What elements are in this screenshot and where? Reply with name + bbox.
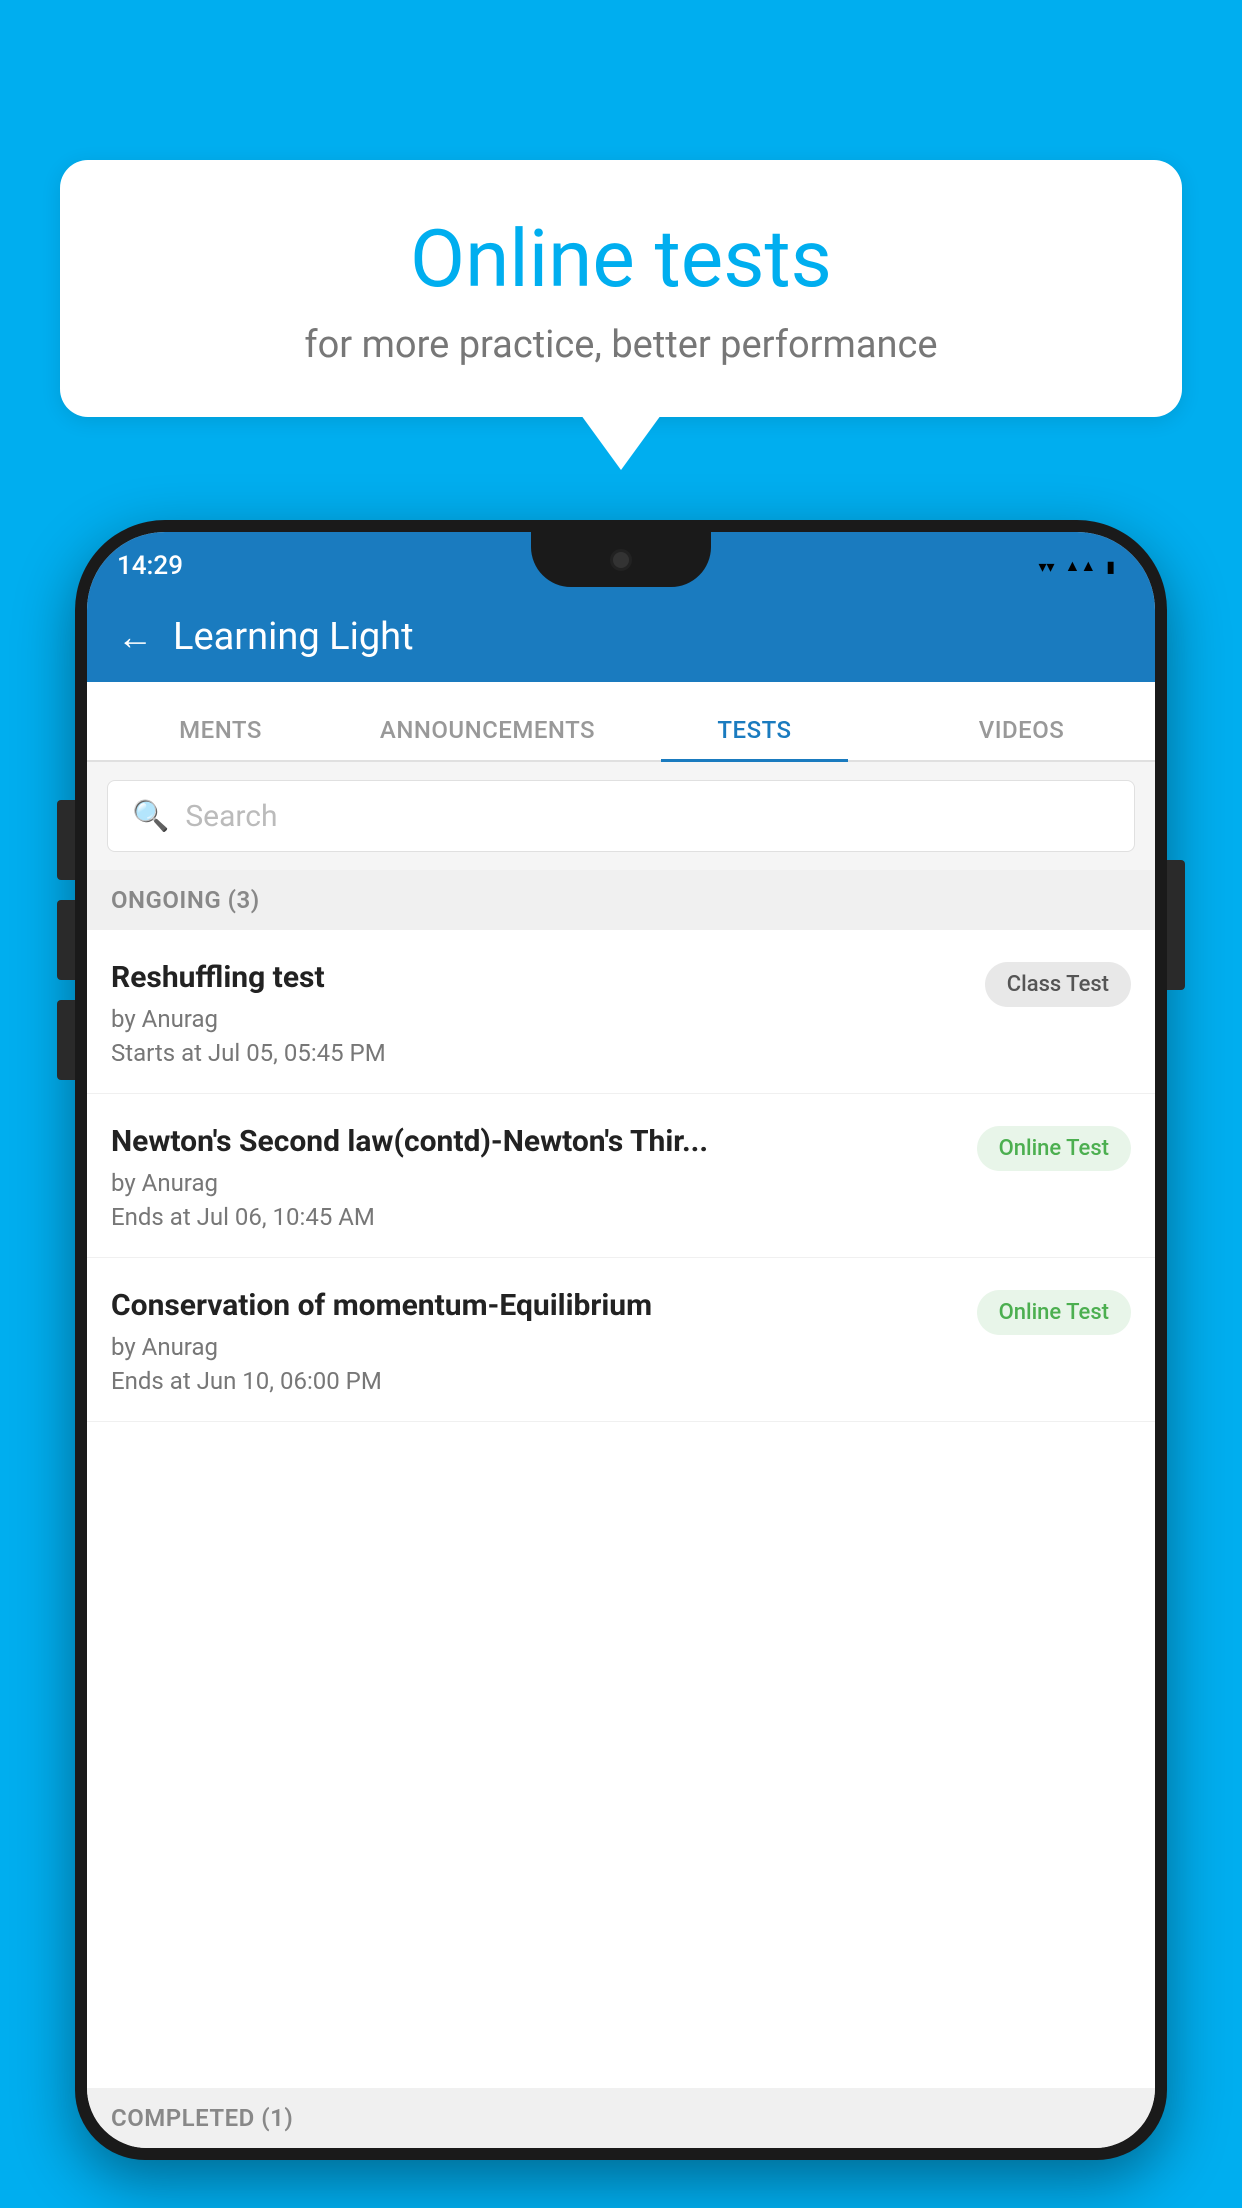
tabs-bar: MENTS ANNOUNCEMENTS TESTS VIDEOS — [87, 682, 1155, 762]
phone-inner: 14:29 ▾▾ ▲▲ ▮ ← Learning Light MENTS ANN… — [87, 532, 1155, 2148]
search-box[interactable]: 🔍 Search — [107, 780, 1135, 852]
app-title: Learning Light — [173, 615, 414, 659]
completed-section-label: COMPLETED (1) — [87, 2088, 1155, 2148]
app-header: ← Learning Light — [87, 592, 1155, 682]
back-button[interactable]: ← — [117, 616, 153, 658]
test-info: Conservation of momentum-Equilibrium by … — [111, 1286, 957, 1395]
test-item[interactable]: Newton's Second law(contd)-Newton's Thir… — [87, 1094, 1155, 1258]
camera — [610, 549, 632, 571]
bubble-arrow — [581, 415, 661, 470]
bubble-title: Online tests — [120, 215, 1122, 303]
test-author: by Anurag — [111, 1169, 957, 1197]
status-icons: ▾▾ ▲▲ ▮ — [1038, 556, 1115, 576]
test-badge-online: Online Test — [977, 1126, 1131, 1171]
test-name: Conservation of momentum-Equilibrium — [111, 1286, 957, 1325]
phone-notch — [531, 532, 711, 587]
test-name: Newton's Second law(contd)-Newton's Thir… — [111, 1122, 957, 1161]
tab-videos[interactable]: VIDEOS — [888, 716, 1155, 760]
status-time: 14:29 — [117, 551, 183, 581]
battery-icon: ▮ — [1106, 557, 1115, 576]
search-placeholder: Search — [185, 799, 277, 834]
test-item[interactable]: Conservation of momentum-Equilibrium by … — [87, 1258, 1155, 1422]
test-info: Newton's Second law(contd)-Newton's Thir… — [111, 1122, 957, 1231]
test-date: Starts at Jul 05, 05:45 PM — [111, 1039, 965, 1067]
test-badge-class: Class Test — [985, 962, 1131, 1007]
test-list: Reshuffling test by Anurag Starts at Jul… — [87, 930, 1155, 1422]
wifi-icon: ▾▾ — [1038, 557, 1054, 576]
test-name: Reshuffling test — [111, 958, 965, 997]
test-item[interactable]: Reshuffling test by Anurag Starts at Jul… — [87, 930, 1155, 1094]
bubble-subtitle: for more practice, better performance — [120, 323, 1122, 367]
phone-frame: 14:29 ▾▾ ▲▲ ▮ ← Learning Light MENTS ANN… — [75, 520, 1167, 2160]
tab-tests[interactable]: TESTS — [621, 716, 888, 760]
phone-container: 14:29 ▾▾ ▲▲ ▮ ← Learning Light MENTS ANN… — [75, 520, 1167, 2208]
search-icon: 🔍 — [132, 799, 169, 834]
ongoing-section-label: ONGOING (3) — [87, 870, 1155, 930]
speech-bubble-section: Online tests for more practice, better p… — [60, 160, 1182, 470]
test-badge-online-2: Online Test — [977, 1290, 1131, 1335]
speech-bubble: Online tests for more practice, better p… — [60, 160, 1182, 417]
test-date: Ends at Jun 10, 06:00 PM — [111, 1367, 957, 1395]
signal-icon: ▲▲ — [1065, 556, 1097, 576]
test-info: Reshuffling test by Anurag Starts at Jul… — [111, 958, 965, 1067]
tab-announcements[interactable]: ANNOUNCEMENTS — [354, 716, 621, 760]
test-date: Ends at Jul 06, 10:45 AM — [111, 1203, 957, 1231]
tab-ments[interactable]: MENTS — [87, 716, 354, 760]
search-container: 🔍 Search — [87, 762, 1155, 870]
test-author: by Anurag — [111, 1005, 965, 1033]
test-author: by Anurag — [111, 1333, 957, 1361]
